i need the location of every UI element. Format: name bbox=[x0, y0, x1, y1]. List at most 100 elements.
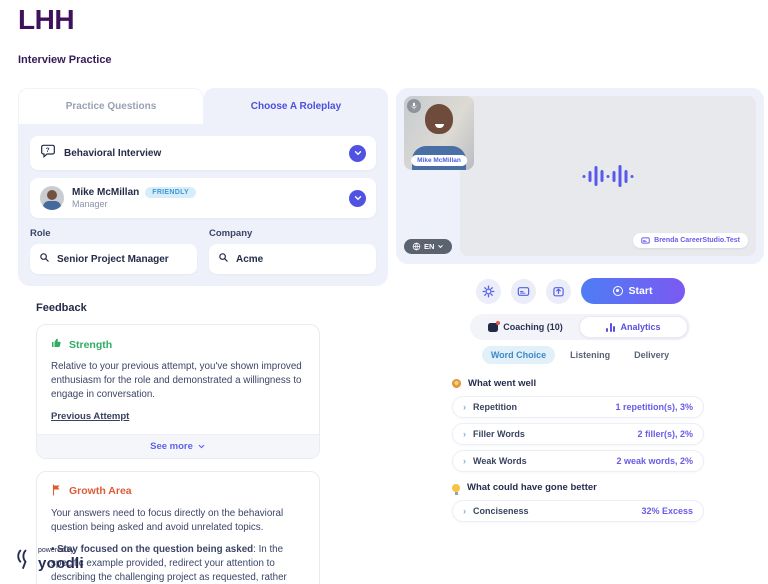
search-icon bbox=[39, 250, 50, 268]
chevron-right-icon: › bbox=[463, 402, 466, 412]
growth-bullet: • Stay focused on the question being ask… bbox=[51, 543, 305, 584]
yoodli-logo-icon bbox=[14, 546, 33, 571]
subtab-delivery[interactable]: Delivery bbox=[625, 346, 678, 364]
growth-body: Your answers need to focus directly on t… bbox=[51, 507, 305, 535]
strength-title: Strength bbox=[69, 339, 112, 351]
previous-attempt-link[interactable]: Previous Attempt bbox=[51, 411, 129, 422]
company-input[interactable]: Acme bbox=[209, 244, 376, 274]
bar-chart-icon bbox=[606, 323, 615, 332]
role-value: Senior Project Manager bbox=[57, 254, 169, 265]
chevron-down-icon[interactable] bbox=[349, 190, 366, 207]
mic-icon bbox=[407, 99, 421, 113]
metric-value: 2 filler(s), 2% bbox=[637, 429, 693, 439]
company-label: Company bbox=[209, 228, 376, 239]
waveform-icon bbox=[583, 165, 634, 187]
tab-practice-questions[interactable]: Practice Questions bbox=[18, 88, 204, 124]
role-company-fields: Role Senior Project Manager Company bbox=[30, 228, 376, 274]
powered-by-yoodli: powered by yoodli bbox=[14, 546, 84, 571]
role-input[interactable]: Senior Project Manager bbox=[30, 244, 197, 274]
gone-better-heading: What could have gone better bbox=[467, 482, 597, 493]
thumbs-up-icon bbox=[51, 337, 63, 352]
roleplay-setup-body: ? Behavioral Interview Mike McMillan FRI… bbox=[18, 124, 388, 286]
lhh-logo: LHH bbox=[18, 4, 74, 36]
powered-by-label: powered by bbox=[38, 547, 84, 554]
caption-provider-badge: Brenda CareerStudio.Test bbox=[633, 233, 748, 248]
language-selector[interactable]: EN bbox=[404, 239, 452, 254]
chevron-down-icon bbox=[197, 442, 206, 451]
participant-name-label: Mike McMillan bbox=[411, 155, 467, 166]
search-icon bbox=[218, 250, 229, 268]
participant-video-thumbnail: Mike McMillan bbox=[404, 96, 474, 170]
interview-type-selector[interactable]: ? Behavioral Interview bbox=[30, 136, 376, 170]
ai-speaker-screen: Brenda CareerStudio.Test bbox=[460, 96, 756, 256]
caption-label: Brenda CareerStudio.Test bbox=[654, 237, 740, 244]
chevron-right-icon: › bbox=[463, 456, 466, 466]
persona-selector[interactable]: Mike McMillan FRIENDLY Manager bbox=[30, 178, 376, 218]
lightbulb-icon bbox=[452, 484, 460, 492]
metric-row-weak-words[interactable]: › Weak Words 2 weak words, 2% bbox=[452, 450, 704, 472]
metric-value: 2 weak words, 2% bbox=[616, 456, 693, 466]
coaching-analytics-tabs: Coaching (10) Analytics bbox=[470, 314, 690, 340]
start-label: Start bbox=[629, 285, 653, 297]
see-more-label: See more bbox=[150, 441, 193, 452]
feedback-section: Strength Relative to your previous attem… bbox=[36, 324, 320, 584]
svg-text:?: ? bbox=[46, 147, 50, 154]
setup-tabbar: Practice Questions Choose A Roleplay bbox=[18, 88, 388, 124]
strength-body: Relative to your previous attempt, you'v… bbox=[51, 360, 305, 403]
company-value: Acme bbox=[236, 254, 263, 265]
chevron-right-icon: › bbox=[463, 429, 466, 439]
persona-title: Manager bbox=[72, 199, 196, 209]
medal-icon bbox=[452, 379, 461, 388]
chat-question-icon: ? bbox=[40, 143, 56, 164]
analytics-label: Analytics bbox=[620, 322, 660, 332]
metric-label: Filler Words bbox=[473, 429, 525, 439]
setup-panel: Practice Questions Choose A Roleplay ? B… bbox=[18, 88, 388, 584]
avatar bbox=[40, 186, 64, 210]
metric-label: Weak Words bbox=[473, 456, 527, 466]
see-more-button[interactable]: See more bbox=[37, 434, 319, 458]
tab-analytics[interactable]: Analytics bbox=[579, 316, 688, 338]
metric-row-repetition[interactable]: › Repetition 1 repetition(s), 3% bbox=[452, 396, 704, 418]
captions-button[interactable] bbox=[511, 279, 536, 304]
metric-label: Conciseness bbox=[473, 506, 529, 516]
gone-better-section: What could have gone better › Concisenes… bbox=[452, 482, 704, 527]
went-well-section: What went well › Repetition 1 repetition… bbox=[452, 378, 704, 477]
analytics-subtabs: Word Choice Listening Delivery bbox=[396, 346, 764, 364]
session-controls: Start bbox=[396, 278, 764, 304]
subtab-listening[interactable]: Listening bbox=[561, 346, 619, 364]
metric-value: 1 repetition(s), 3% bbox=[615, 402, 693, 412]
globe-icon bbox=[412, 242, 421, 251]
page-title: Interview Practice bbox=[18, 54, 112, 66]
strength-card: Strength Relative to your previous attem… bbox=[36, 324, 320, 459]
metric-row-conciseness[interactable]: › Conciseness 32% Excess bbox=[452, 500, 704, 522]
settings-button[interactable] bbox=[476, 279, 501, 304]
flag-icon bbox=[51, 484, 63, 499]
went-well-heading: What went well bbox=[468, 378, 536, 389]
subtab-word-choice[interactable]: Word Choice bbox=[482, 346, 555, 364]
chevron-right-icon: › bbox=[463, 506, 466, 516]
tab-choose-roleplay[interactable]: Choose A Roleplay bbox=[204, 88, 388, 124]
metric-label: Repetition bbox=[473, 402, 517, 412]
chevron-down-icon[interactable] bbox=[349, 145, 366, 162]
role-label: Role bbox=[30, 228, 197, 239]
chat-notification-icon bbox=[488, 323, 498, 332]
metric-value: 32% Excess bbox=[641, 506, 693, 516]
chevron-down-icon bbox=[437, 243, 444, 250]
persona-meta: Mike McMillan FRIENDLY Manager bbox=[72, 187, 196, 209]
friendly-badge: FRIENDLY bbox=[145, 187, 196, 198]
persona-name: Mike McMillan bbox=[72, 187, 139, 198]
language-label: EN bbox=[424, 242, 434, 251]
share-button[interactable] bbox=[546, 279, 571, 304]
interview-type-label: Behavioral Interview bbox=[64, 148, 161, 159]
yoodli-brand: yoodli bbox=[38, 556, 84, 571]
captions-icon bbox=[517, 285, 530, 298]
video-stage: Brenda CareerStudio.Test Mike McMillan E… bbox=[396, 88, 764, 264]
coaching-label: Coaching (10) bbox=[503, 322, 563, 332]
start-button[interactable]: Start bbox=[581, 278, 685, 304]
upload-icon bbox=[552, 285, 565, 298]
gear-icon bbox=[482, 285, 495, 298]
tab-coaching[interactable]: Coaching (10) bbox=[472, 316, 579, 338]
interview-practice-page: LHH Interview Practice Practice Question… bbox=[0, 0, 768, 584]
metric-row-filler-words[interactable]: › Filler Words 2 filler(s), 2% bbox=[452, 423, 704, 445]
record-icon bbox=[613, 286, 623, 296]
